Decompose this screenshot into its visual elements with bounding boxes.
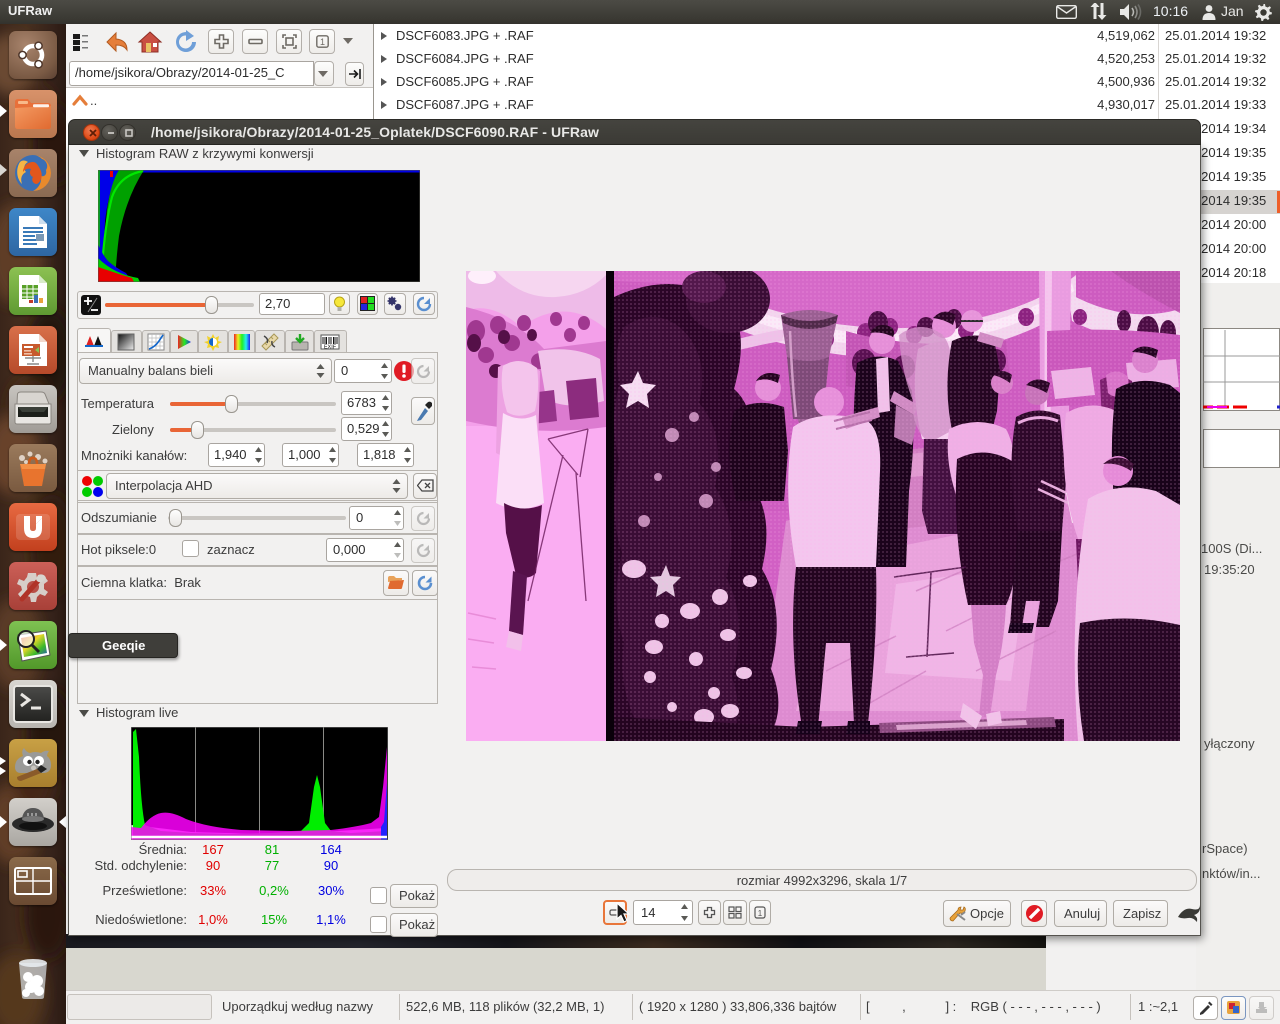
svg-text:1: 1 xyxy=(758,909,763,918)
svg-text:EXIF: EXIF xyxy=(324,345,337,351)
svg-text:1: 1 xyxy=(320,37,325,47)
